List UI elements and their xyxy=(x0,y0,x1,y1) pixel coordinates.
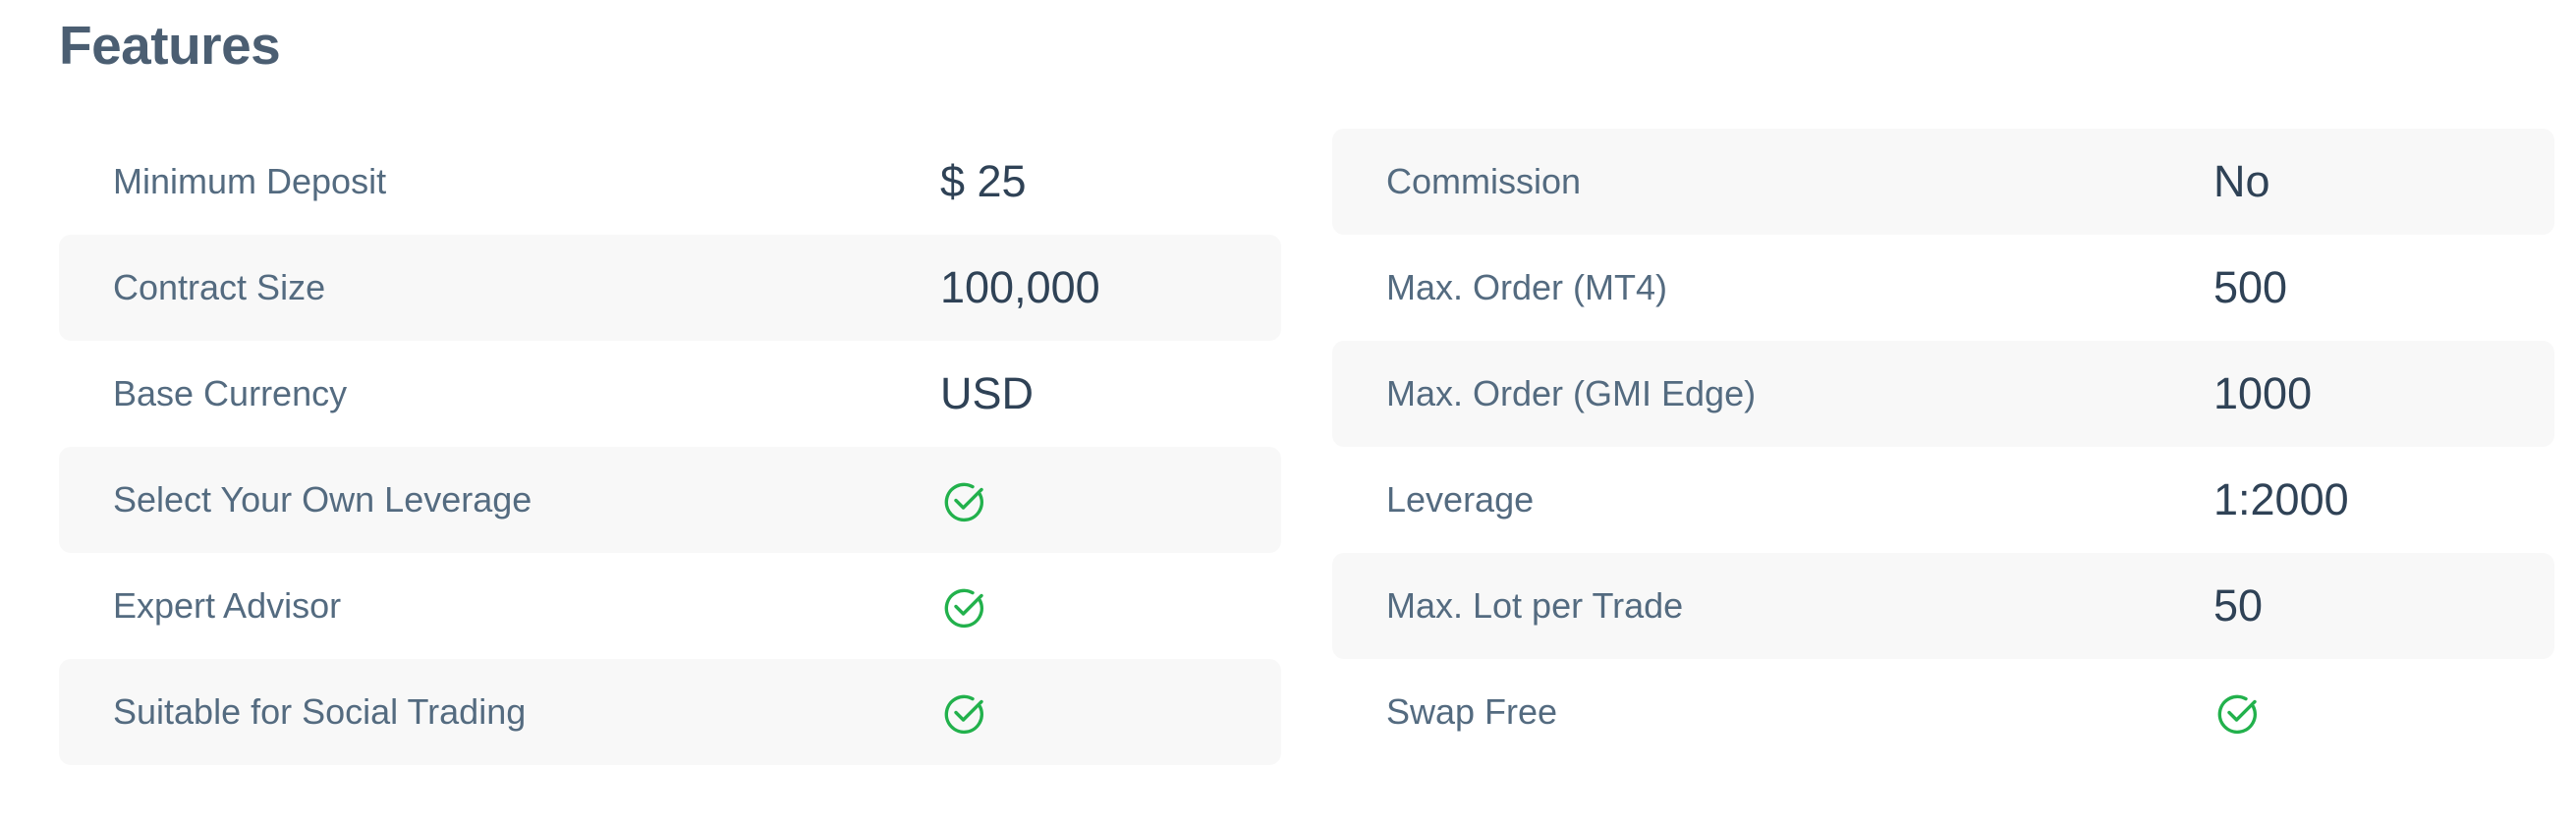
feature-row-leverage: Leverage 1:2000 xyxy=(1332,447,2554,553)
check-circle-icon xyxy=(2216,691,2260,735)
feature-label: Max. Lot per Trade xyxy=(1386,585,1684,626)
feature-row-commission: Commission No xyxy=(1332,129,2554,235)
feature-value: $ 25 xyxy=(940,156,1027,206)
feature-label: Suitable for Social Trading xyxy=(113,691,527,732)
feature-value: 50 xyxy=(2213,580,2264,631)
feature-row-max-order-mt4: Max. Order (MT4) 500 xyxy=(1332,235,2554,341)
feature-label: Leverage xyxy=(1386,479,1535,520)
feature-value: 1:2000 xyxy=(2213,474,2349,524)
feature-value: No xyxy=(2213,156,2270,206)
page-title: Features xyxy=(59,15,281,76)
feature-row-swap-free: Swap Free xyxy=(1332,659,2554,765)
feature-row-max-lot: Max. Lot per Trade 50 xyxy=(1332,553,2554,659)
feature-label: Swap Free xyxy=(1386,691,1558,732)
feature-row-select-leverage: Select Your Own Leverage xyxy=(59,447,1281,553)
feature-row-contract-size: Contract Size 100,000 xyxy=(59,235,1281,341)
feature-value: 1000 xyxy=(2213,368,2313,418)
feature-label: Contract Size xyxy=(113,267,326,307)
feature-value: USD xyxy=(940,368,1035,418)
features-right-column: Commission No Max. Order (MT4) 500 Max. … xyxy=(1332,129,2554,765)
feature-label: Base Currency xyxy=(113,373,348,413)
feature-row-max-order-gmi-edge: Max. Order (GMI Edge) 1000 xyxy=(1332,341,2554,447)
feature-label: Commission xyxy=(1386,161,1582,201)
feature-label: Minimum Deposit xyxy=(113,161,387,201)
features-left-column: Minimum Deposit $ 25 Contract Size 100,0… xyxy=(59,129,1281,765)
feature-row-minimum-deposit: Minimum Deposit $ 25 xyxy=(59,129,1281,235)
feature-row-base-currency: Base Currency USD xyxy=(59,341,1281,447)
feature-row-expert-advisor: Expert Advisor xyxy=(59,553,1281,659)
check-circle-icon xyxy=(943,691,986,735)
check-circle-icon xyxy=(943,479,986,522)
feature-row-social-trading: Suitable for Social Trading xyxy=(59,659,1281,765)
feature-label: Max. Order (GMI Edge) xyxy=(1386,373,1757,413)
feature-label: Expert Advisor xyxy=(113,585,342,626)
feature-label: Select Your Own Leverage xyxy=(113,479,532,520)
check-circle-icon xyxy=(943,585,986,629)
feature-label: Max. Order (MT4) xyxy=(1386,267,1668,307)
feature-value: 500 xyxy=(2213,262,2288,312)
feature-value: 100,000 xyxy=(940,262,1100,312)
